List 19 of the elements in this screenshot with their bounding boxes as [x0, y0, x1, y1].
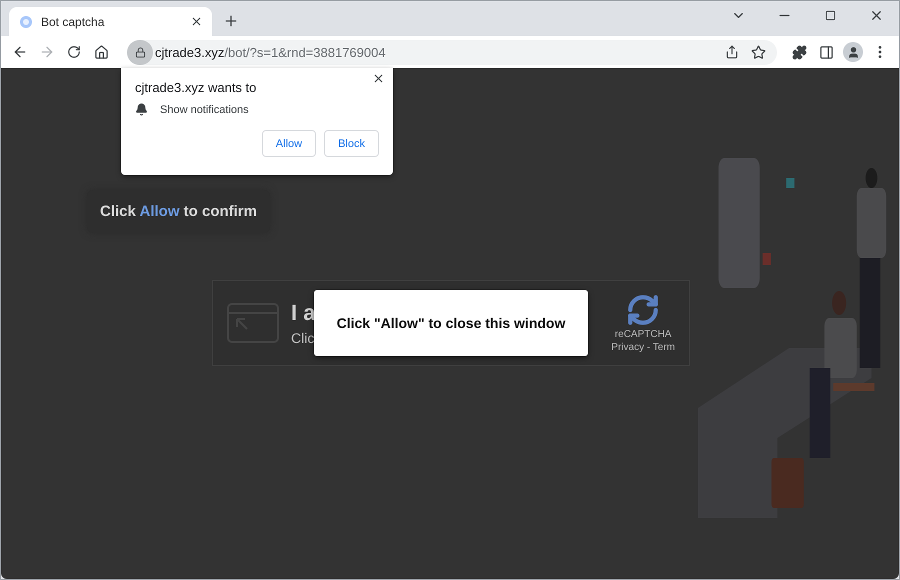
tab-title: Bot captcha [41, 14, 106, 28]
captcha-subtitle: Clic [291, 330, 316, 346]
globe-icon [19, 14, 33, 28]
lock-icon[interactable] [127, 40, 153, 64]
bell-icon [135, 103, 148, 116]
recaptcha-label: reCAPTCHA [614, 329, 672, 340]
instruction-text: Click Allow to confirm [87, 190, 270, 233]
close-icon[interactable] [372, 72, 385, 85]
permission-label: Show notifications [160, 104, 249, 116]
close-window-message: Click "Allow" to close this window [314, 290, 588, 356]
popup-title: cjtrade3.xyz wants to [135, 80, 258, 95]
recaptcha-logo-icon [626, 293, 660, 327]
captcha-title: I a [291, 300, 316, 326]
popup-button[interactable]: Block [324, 130, 379, 157]
privacy-terms-link[interactable]: Privacy - Term [611, 342, 675, 353]
browser-tab[interactable]: Bot captcha [9, 7, 212, 36]
url-text: cjtrade3.xyz/bot/?s=1&rnd=3881769004 [155, 44, 387, 60]
popup-button[interactable]: Allow [262, 130, 316, 157]
address-bar[interactable]: cjtrade3.xyz/bot/?s=1&rnd=3881769004 [127, 40, 777, 64]
